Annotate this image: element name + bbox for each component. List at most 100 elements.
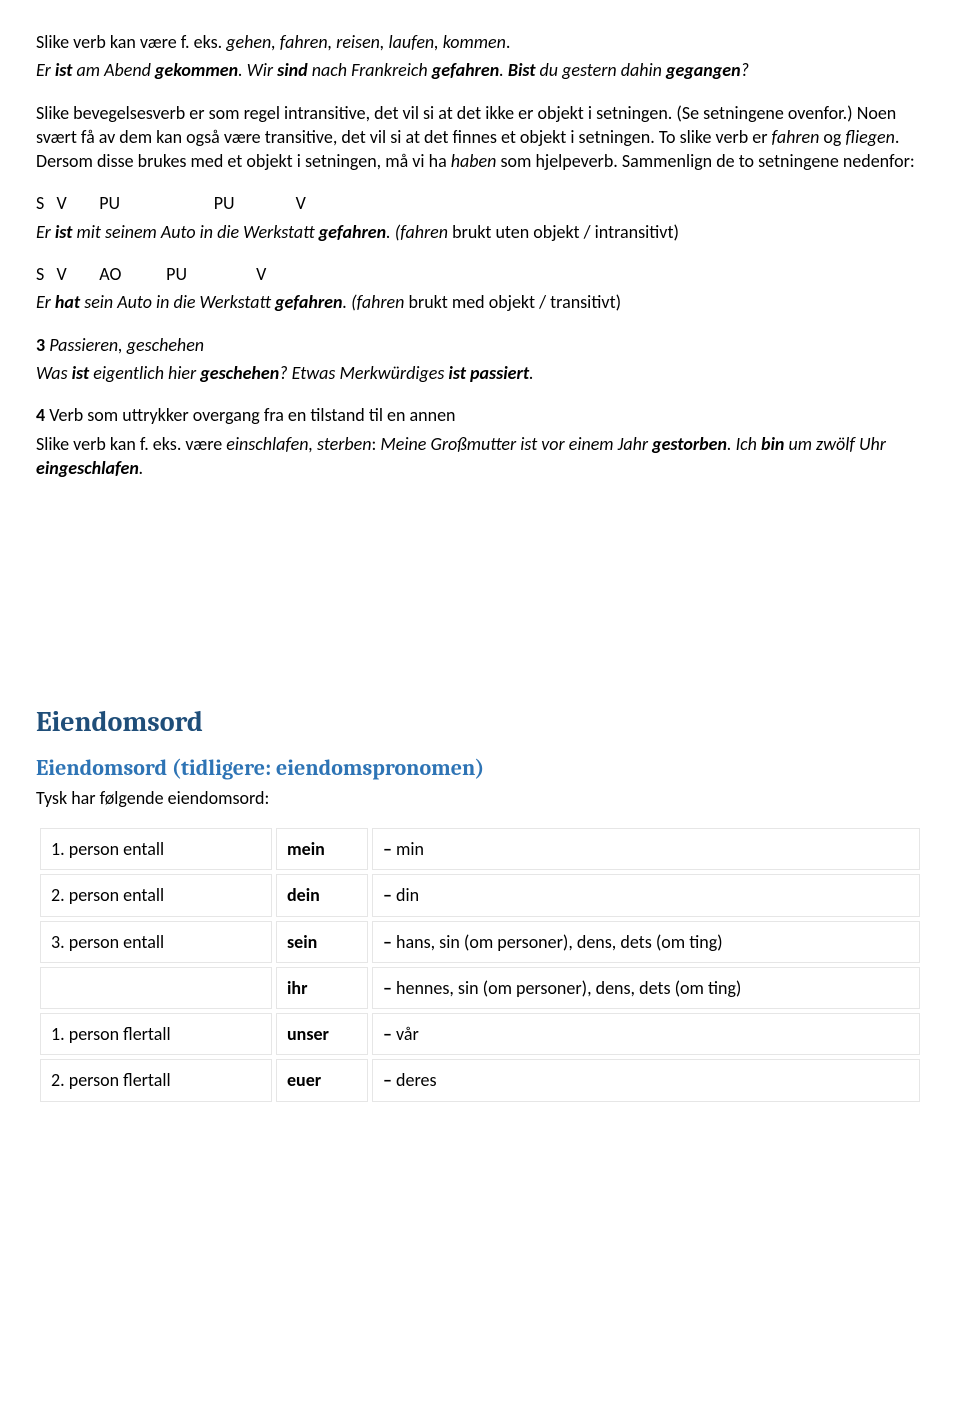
cell-translation: – hans, sin (om personer), dens, dets (o… [372,921,920,963]
table-row: 2. person flertall euer – deres [40,1059,920,1101]
aux-bist: Bist [508,59,536,81]
pp-gegangen: gegangen [666,59,741,81]
structure-labels-2: S V AO PU V [36,262,924,286]
text: Passieren, geschehen [45,334,204,356]
table-row: 3. person entall sein – hans, sin (om pe… [40,921,920,963]
aux-ist: ist [72,362,90,384]
dash-icon: – [383,977,392,999]
pp-gefahren: gefahren [319,221,387,243]
text: som hjelpeverb. Sammenlign de to setning… [496,150,914,172]
pp-gekommen: gekommen [155,59,238,81]
text: Verb som uttrykker overgang fra en tilst… [45,404,455,426]
subheading-eiendomsord: Eiendomsord (tidligere: eiendomspronomen… [36,754,924,784]
section-4-heading: 4 Verb som uttrykker overgang fra en til… [36,403,924,427]
dash-icon: – [383,838,392,860]
heading-eiendomsord: Eiendomsord [36,704,924,742]
aux-ist: ist [55,221,73,243]
cell-person: 1. person flertall [40,1013,272,1055]
aux-bin: bin [761,433,784,455]
text: nach Frankreich [308,59,432,81]
text: . [506,31,511,53]
pp-eingeschlafen: eingeschlafen [36,457,139,479]
text: Er [36,291,55,313]
verb-list-italic: gehen, fahren, reisen, laufen, kommen [226,31,506,53]
text: du gestern dahin [535,59,665,81]
para-example-sentences: Er ist am Abend gekommen. Wir sind nach … [36,58,924,82]
text: um zwölf Uhr [784,433,886,455]
verb-list: einschlafen, sterben [226,433,371,455]
text: min [392,838,424,860]
para-verbs-examples: Slike verb kan være f. eks. gehen, fahre… [36,30,924,54]
text: . [139,457,144,479]
verb-fahren: fahren [400,221,448,243]
cell-person: 3. person entall [40,921,272,963]
structure-labels-1: S V PU PU V [36,191,924,215]
text: Meine Großmutter ist vor einem Jahr [380,433,652,455]
text: Er [36,59,55,81]
verb-fliegen: fliegen [845,126,894,148]
aux-ist: ist [55,59,73,81]
cell-person [40,967,272,1009]
cell-person: 1. person entall [40,828,272,870]
text: . Wir [238,59,277,81]
dash-icon: – [383,884,392,906]
text: brukt uten objekt / intransitivt) [448,221,679,243]
text: Slike verb kan være f. eks. [36,31,226,53]
text: deres [392,1069,437,1091]
example-transitive: Er hat sein Auto in die Werkstatt gefahr… [36,290,924,314]
text: eigentlich hier [89,362,200,384]
cell-translation: – vår [372,1013,920,1055]
text: Er [36,221,55,243]
cell-person: 2. person flertall [40,1059,272,1101]
cell-german: sein [276,921,368,963]
cell-german: mein [276,828,368,870]
cell-translation: – hennes, sin (om personer), dens, dets … [372,967,920,1009]
text: am Abend [72,59,154,81]
possessive-table: 1. person entall mein – min 2. person en… [36,824,924,1106]
text: ? [741,59,749,81]
text: hans, sin (om personer), dens, dets (om … [392,931,723,953]
text: Slike verb kan f. eks. være [36,433,226,455]
text: din [392,884,419,906]
verb-fahren: fahren [357,291,405,313]
aux-sind: sind [277,59,308,81]
table-row: ihr – hennes, sin (om personer), dens, d… [40,967,920,1009]
pp-gestorben: gestorben [652,433,727,455]
text: . ( [343,291,357,313]
cell-translation: – din [372,874,920,916]
num-4: 4 [36,404,45,426]
pp-geschehen: geschehen [200,362,279,384]
text: Was [36,362,72,384]
text: . ( [386,221,400,243]
section-3-example: Was ist eigentlich hier geschehen? Etwas… [36,361,924,385]
pp-gefahren: gefahren [275,291,343,313]
table-row: 2. person entall dein – din [40,874,920,916]
para-explanation: Slike bevegelsesverb er som regel intran… [36,101,924,174]
cell-german: unser [276,1013,368,1055]
pp-gefahren: gefahren [432,59,500,81]
text: og [819,126,845,148]
cell-translation: – min [372,828,920,870]
text: Slike bevegelsesverb er som regel intran… [36,102,896,148]
cell-german: dein [276,874,368,916]
pp-passiert: passiert [470,362,529,384]
text: brukt med objekt / transitivt) [404,291,621,313]
cell-translation: – deres [372,1059,920,1101]
section-3-heading: 3 Passieren, geschehen [36,333,924,357]
text: sein Auto in die Werkstatt [80,291,275,313]
text: hennes, sin (om personer), dens, dets (o… [392,977,741,999]
text: . Ich [727,433,761,455]
text: vår [392,1023,419,1045]
text: mit seinem Auto in die Werkstatt [72,221,318,243]
text: ? Etwas Merkwürdiges [279,362,448,384]
verb-fahren: fahren [772,126,820,148]
cell-german: ihr [276,967,368,1009]
num-3: 3 [36,334,45,356]
aux-hat: hat [55,291,80,313]
text: . [499,59,508,81]
cell-person: 2. person entall [40,874,272,916]
cell-german: euer [276,1059,368,1101]
aux-ist-2: ist [448,362,466,384]
table-intro: Tysk har følgende eiendomsord: [36,786,924,810]
dash-icon: – [383,931,392,953]
